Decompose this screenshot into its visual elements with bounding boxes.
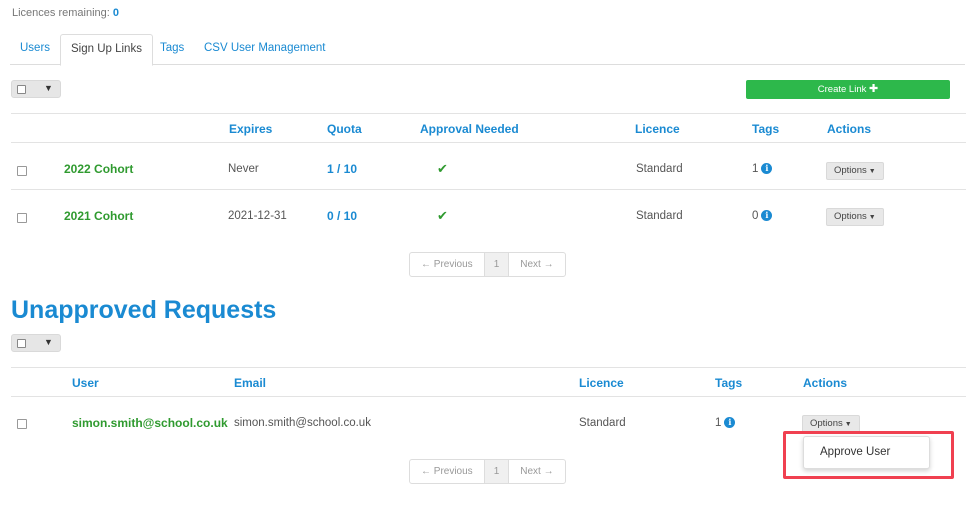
column-header-licence: Licence xyxy=(635,122,680,136)
link-quota[interactable]: 0 / 10 xyxy=(327,209,357,223)
bulk-select-checkbox[interactable] xyxy=(17,85,26,94)
highlight-annotation-box xyxy=(783,431,954,479)
info-icon[interactable]: i xyxy=(724,417,736,429)
licences-remaining: Licences remaining: 0 xyxy=(12,7,119,19)
request-user[interactable]: simon.smith@school.co.uk xyxy=(72,416,228,430)
table-top-border xyxy=(11,367,966,368)
link-tags[interactable]: 0i xyxy=(752,210,773,222)
row-checkbox[interactable] xyxy=(17,419,27,429)
request-tags[interactable]: 1i xyxy=(715,417,736,429)
link-name[interactable]: 2021 Cohort xyxy=(64,209,133,223)
link-expires: Never xyxy=(228,163,259,175)
column-header-tags: Tags xyxy=(715,376,743,390)
page-number-button[interactable]: 1 xyxy=(484,253,510,276)
section-title: Unapproved Requests xyxy=(11,296,277,324)
pagination: ← Previous 1 Next → xyxy=(409,252,566,277)
next-page-button[interactable]: Next → xyxy=(509,460,564,483)
caret-down-icon: ▼ xyxy=(868,168,876,175)
next-page-button[interactable]: Next → xyxy=(509,253,564,276)
column-header-actions: Actions xyxy=(827,122,872,136)
column-header-quota: Quota xyxy=(327,122,362,136)
column-header-email: Email xyxy=(234,376,267,390)
tags-count: 1 xyxy=(752,163,759,175)
tags-count: 0 xyxy=(752,210,759,222)
column-header-user: User xyxy=(72,376,99,390)
options-button[interactable]: Options ▼ xyxy=(826,162,884,180)
header-divider xyxy=(11,396,966,397)
check-icon: ✔ xyxy=(437,208,448,223)
page-number-button[interactable]: 1 xyxy=(484,460,510,483)
row-checkbox[interactable] xyxy=(17,213,27,223)
tab-csv-user-management[interactable]: CSV User Management xyxy=(194,34,335,65)
row-checkbox[interactable] xyxy=(17,166,27,176)
licences-label: Licences remaining: xyxy=(12,7,110,19)
link-name[interactable]: 2022 Cohort xyxy=(64,162,133,176)
link-licence: Standard xyxy=(636,163,683,175)
bulk-select-dropdown[interactable]: ▼ xyxy=(11,80,61,98)
info-icon[interactable]: i xyxy=(761,163,773,175)
options-label: Options xyxy=(834,165,867,176)
link-licence: Standard xyxy=(636,210,683,222)
previous-page-button[interactable]: ← Previous xyxy=(410,253,485,276)
create-link-button[interactable]: Create Link ✚ xyxy=(746,80,950,99)
header-divider xyxy=(11,142,966,143)
check-icon: ✔ xyxy=(437,161,448,176)
licences-count: 0 xyxy=(112,7,120,19)
tab-sign-up-links[interactable]: Sign Up Links xyxy=(60,34,153,66)
caret-down-icon: ▼ xyxy=(868,214,876,221)
column-header-actions: Actions xyxy=(803,376,848,390)
caret-down-icon: ▼ xyxy=(844,421,852,428)
table-top-border xyxy=(11,113,966,114)
column-header-tags: Tags xyxy=(752,122,780,136)
bulk-select-dropdown[interactable]: ▼ xyxy=(11,334,61,352)
tab-users[interactable]: Users xyxy=(10,34,60,65)
request-email: simon.smith@school.co.uk xyxy=(234,417,371,429)
options-label: Options xyxy=(834,211,867,222)
options-button[interactable]: Options ▼ xyxy=(826,208,884,226)
tags-count: 1 xyxy=(715,417,722,429)
link-expires: 2021-12-31 xyxy=(228,210,287,222)
plus-icon: ✚ xyxy=(869,83,879,95)
row-divider xyxy=(11,189,966,190)
link-quota[interactable]: 1 / 10 xyxy=(327,162,357,176)
caret-down-icon: ▼ xyxy=(44,337,53,347)
previous-page-button[interactable]: ← Previous xyxy=(410,460,485,483)
link-tags[interactable]: 1i xyxy=(752,163,773,175)
info-icon[interactable]: i xyxy=(761,210,773,222)
tab-tags[interactable]: Tags xyxy=(150,34,194,65)
request-licence: Standard xyxy=(579,417,626,429)
column-header-expires: Expires xyxy=(229,122,273,136)
column-header-licence: Licence xyxy=(579,376,624,390)
bulk-select-checkbox[interactable] xyxy=(17,339,26,348)
options-label: Options xyxy=(810,418,843,429)
create-link-label: Create Link xyxy=(817,84,867,95)
caret-down-icon: ▼ xyxy=(44,83,53,93)
tab-bar: Users Sign Up Links Tags CSV User Manage… xyxy=(10,34,965,66)
pagination: ← Previous 1 Next → xyxy=(409,459,566,484)
column-header-approval-needed: Approval Needed xyxy=(420,122,519,136)
